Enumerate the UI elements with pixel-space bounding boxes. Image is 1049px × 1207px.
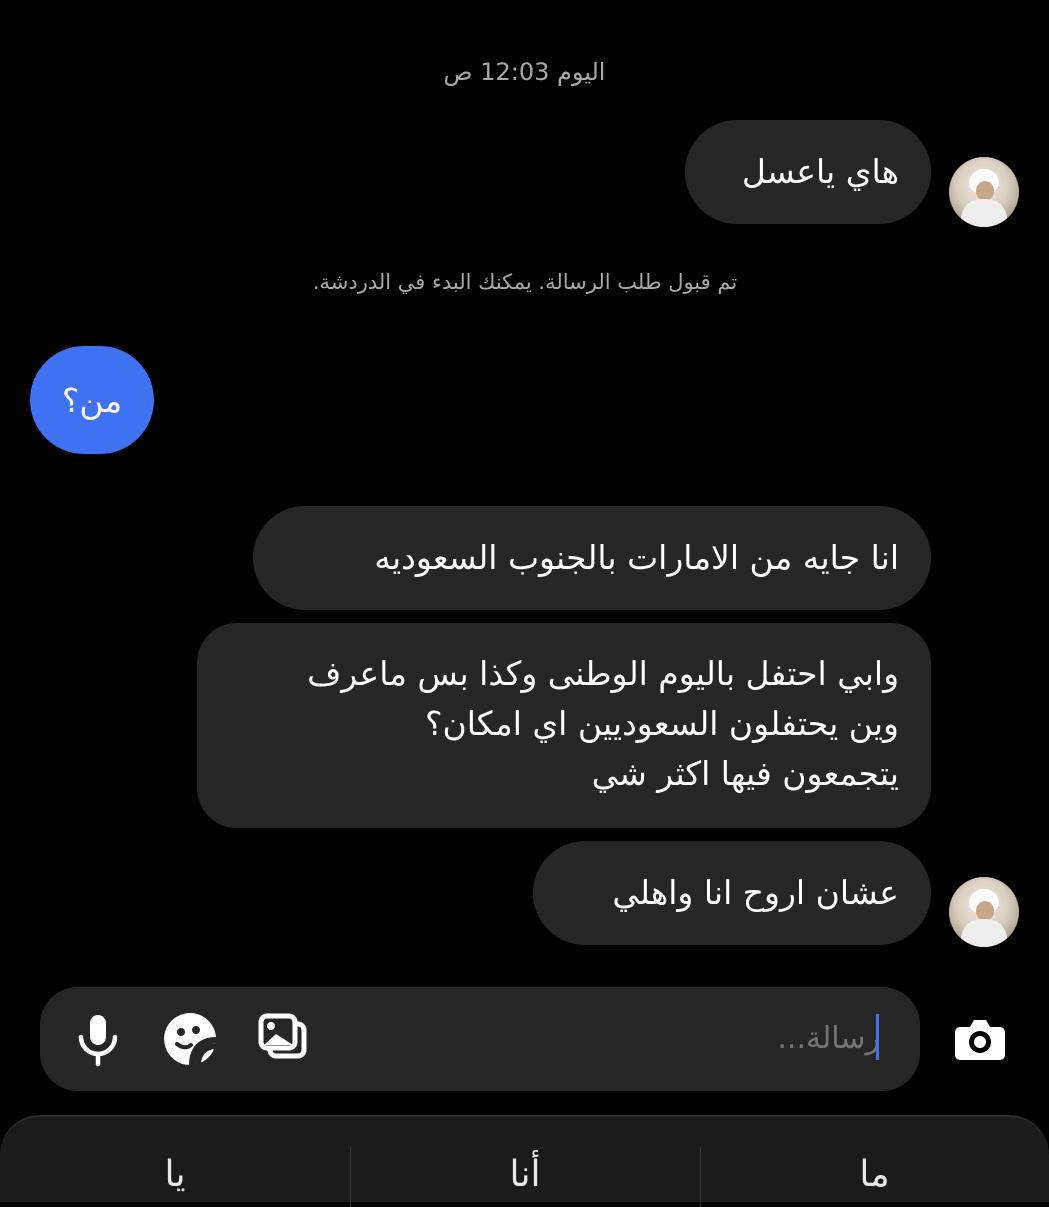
message-line: يتجمعون فيها اكثر شي (591, 754, 899, 793)
incoming-message-bubble[interactable]: عشان اروح انا واهلي (533, 841, 931, 945)
text-cursor (876, 1014, 879, 1060)
suggestion-divider (350, 1147, 351, 1207)
contact-avatar[interactable] (949, 157, 1019, 227)
message-composer (40, 987, 920, 1091)
incoming-message-bubble[interactable]: انا جايه من الامارات بالجنوب السعوديه (253, 506, 931, 610)
message-text: من؟ (61, 380, 123, 420)
incoming-message-bubble[interactable]: وابي احتفل باليوم الوطنى وكذا بس ماعرف و… (197, 623, 931, 828)
message-text: عشان اروح انا واهلي (612, 873, 899, 912)
camera-icon[interactable] (950, 1009, 1010, 1069)
gallery-icon[interactable] (254, 1009, 314, 1069)
message-input[interactable] (520, 987, 880, 1091)
suggestion-word[interactable]: أنا (350, 1145, 700, 1205)
outgoing-message-bubble[interactable]: من؟ (30, 346, 154, 454)
suggestion-word[interactable]: ما (700, 1145, 1049, 1205)
keyboard-suggestion-bar: ما أنا يا (0, 1115, 1049, 1207)
incoming-message-bubble[interactable]: هاي ياعسل (685, 120, 931, 224)
sticker-icon[interactable] (160, 1009, 220, 1069)
message-text: انا جايه من الامارات بالجنوب السعوديه (374, 538, 899, 577)
message-line: وابي احتفل باليوم الوطنى وكذا بس ماعرف (307, 654, 899, 693)
chat-timestamp: اليوم 12:03 ص (443, 58, 606, 86)
contact-avatar[interactable] (949, 877, 1019, 947)
message-line: وين يحتفلون السعوديين اي امكان؟ (424, 704, 899, 743)
microphone-icon[interactable] (68, 1009, 128, 1069)
message-text: هاي ياعسل (741, 152, 899, 191)
suggestion-word[interactable]: يا (0, 1145, 350, 1205)
system-note: تم قبول طلب الرسالة. يمكنك البدء في الدر… (312, 270, 738, 294)
suggestion-divider (700, 1147, 701, 1207)
